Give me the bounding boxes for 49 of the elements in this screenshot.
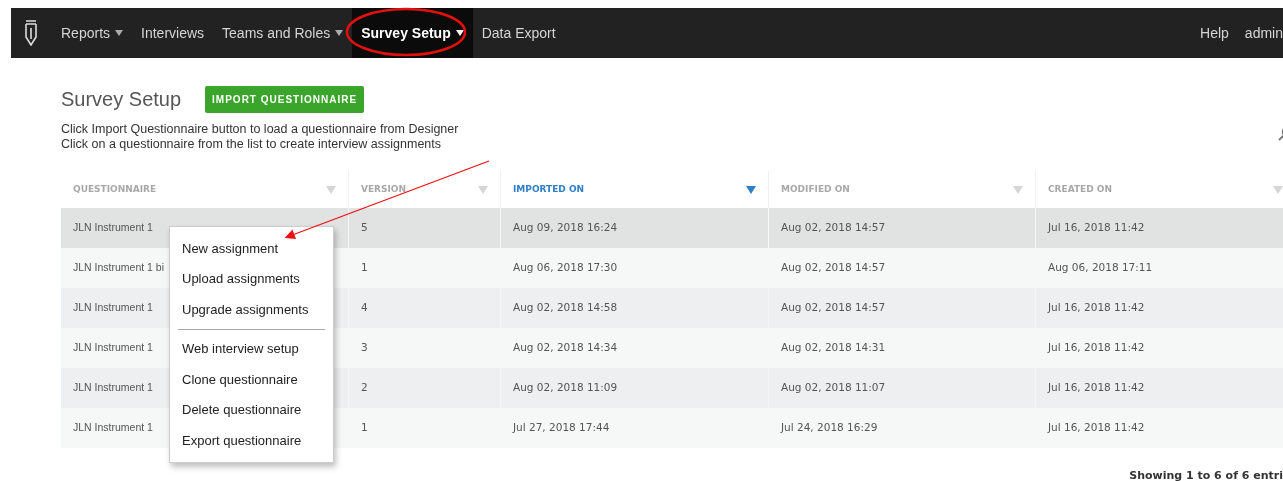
table-cell: Jul 16, 2018 11:42 xyxy=(1048,220,1145,236)
table-cell: Jul 16, 2018 11:42 xyxy=(1048,380,1145,396)
sort-triangle-icon xyxy=(478,185,488,194)
nav-link[interactable]: Help xyxy=(1200,22,1229,44)
pen-logo-icon xyxy=(24,20,38,46)
table-cell: Aug 02, 2018 14:57 xyxy=(781,300,886,316)
instruction-text: Click on a questionnaire from the list to create interview assignments xyxy=(61,137,443,152)
table-cell: JLN Instrument 1 xyxy=(73,220,153,236)
table-cell: Aug 02, 2018 14:31 xyxy=(781,340,886,356)
nav-item[interactable]: Interviews xyxy=(132,8,214,58)
table-cell: Aug 02, 2018 14:34 xyxy=(513,340,618,356)
nav-item[interactable]: Survey Setup xyxy=(352,8,473,58)
sort-triangle-icon xyxy=(326,185,336,194)
table-cell: Aug 06, 2018 17:11 xyxy=(1048,260,1153,276)
page-title: Survey Setup xyxy=(61,87,182,112)
table-cell: JLN Instrument 1 bi xyxy=(73,260,165,276)
table-cell: Aug 02, 2018 14:58 xyxy=(513,300,618,316)
table-cell: 1 xyxy=(361,420,368,436)
table-cell: JLN Instrument 1 xyxy=(73,340,153,356)
table-cell: 4 xyxy=(361,300,368,316)
table-cell: Jul 16, 2018 11:42 xyxy=(1048,300,1145,316)
nav-item[interactable]: Teams and Roles xyxy=(213,8,353,58)
menu-item[interactable]: Upgrade assignments xyxy=(170,294,333,325)
table-cell: JLN Instrument 1 xyxy=(73,380,153,396)
table-cell: 2 xyxy=(361,380,368,396)
table-cell: Jul 16, 2018 11:42 xyxy=(1048,420,1145,436)
table-cell: 3 xyxy=(361,340,368,356)
instruction-text: Click Import Questionnaire button to load a questionnaire from Designer xyxy=(61,122,459,137)
table-cell: Aug 02, 2018 11:09 xyxy=(513,380,618,396)
entries-count-text: Showing 1 to 6 of 6 entri xyxy=(1129,468,1283,481)
menu-item[interactable]: Web interview setup xyxy=(170,333,333,364)
nav-link[interactable]: admin xyxy=(1244,22,1283,44)
table-cell: JLN Instrument 1 xyxy=(73,300,153,316)
sort-triangle-icon xyxy=(1013,185,1023,194)
nav-item[interactable]: Reports xyxy=(52,8,133,58)
table-cell: Aug 02, 2018 11:07 xyxy=(781,380,886,396)
table-cell: Jul 24, 2018 16:29 xyxy=(781,420,878,436)
sort-triangle-icon xyxy=(746,185,756,194)
table-cell: Jul 27, 2018 17:44 xyxy=(513,420,610,436)
table-cell: 5 xyxy=(361,220,368,236)
table-cell: Aug 09, 2018 16:24 xyxy=(513,220,618,236)
table-cell: Aug 02, 2018 14:57 xyxy=(781,220,886,236)
table-cell: JLN Instrument 1 xyxy=(73,420,153,436)
table-cell: Jul 16, 2018 11:42 xyxy=(1048,340,1145,356)
table-cell: 1 xyxy=(361,260,368,276)
table-cell: Aug 02, 2018 14:57 xyxy=(781,260,886,276)
nav-item[interactable]: Data Export xyxy=(472,8,565,58)
sort-triangle-icon xyxy=(1273,185,1283,194)
table-cell: Aug 06, 2018 17:30 xyxy=(513,260,618,276)
